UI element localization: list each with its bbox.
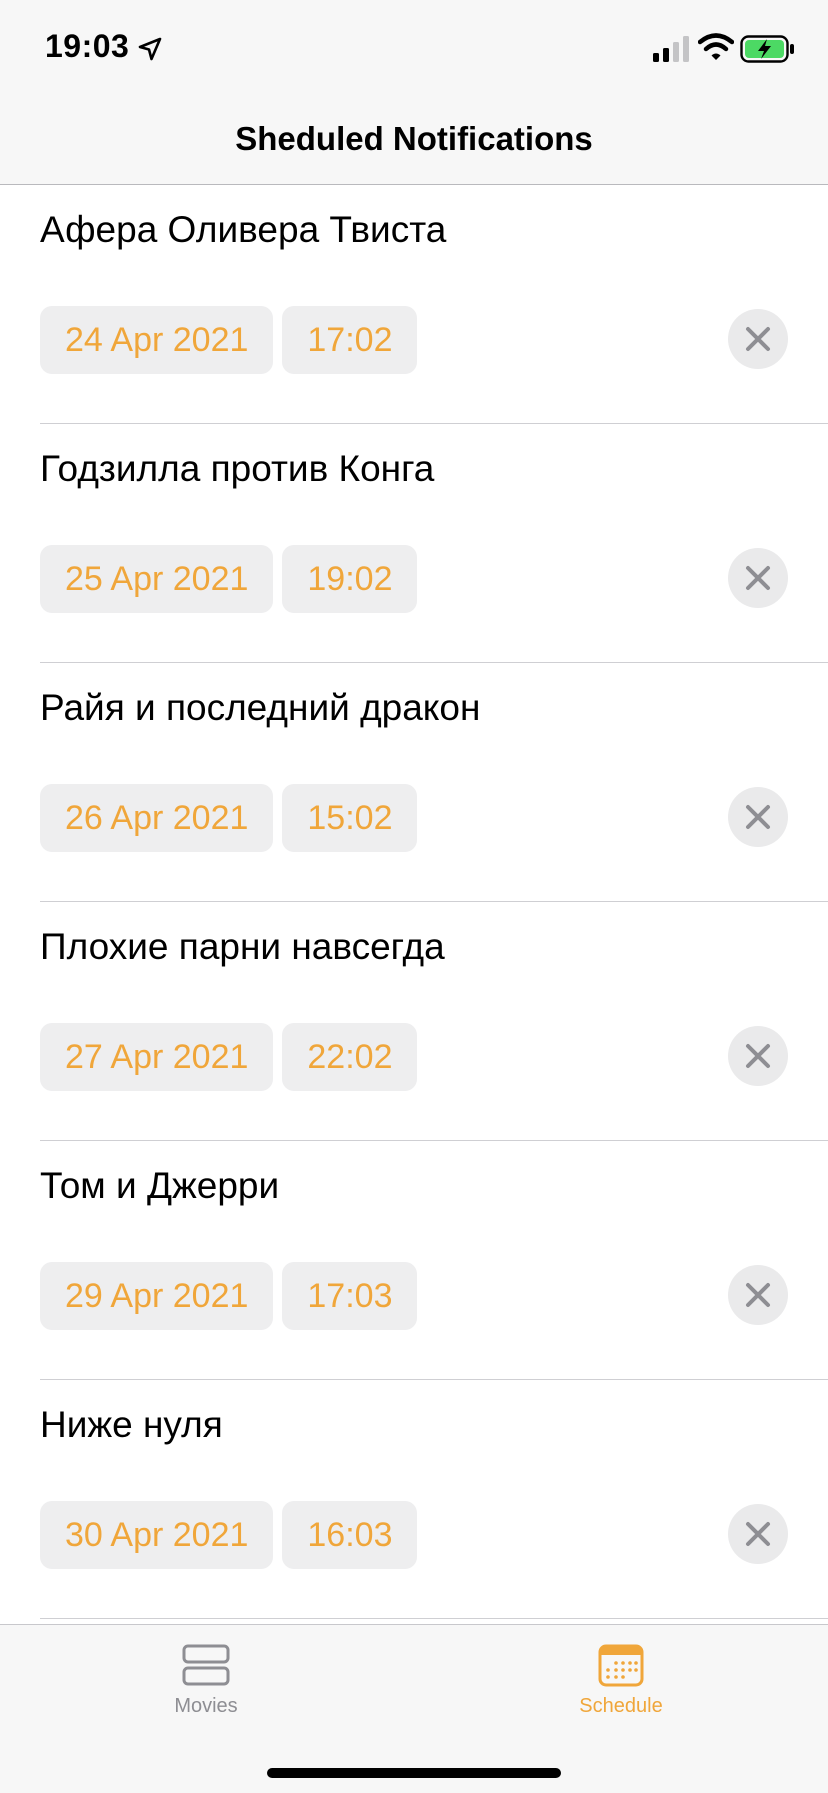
page-title: Sheduled Notifications <box>235 120 593 157</box>
delete-notification-button[interactable] <box>728 309 788 369</box>
cellular-signal-icon <box>653 36 689 62</box>
date-picker-chip[interactable]: 26 Apr 2021 <box>40 784 274 852</box>
home-indicator <box>267 1768 561 1778</box>
tab-movies[interactable]: Movies <box>106 1643 306 1718</box>
tab-bar: Movies Schedule <box>0 1624 828 1793</box>
movie-title: Том и Джерри <box>40 1165 280 1206</box>
list-item[interactable]: Годзилла против Конга 25 Apr 2021 19:02 <box>40 424 828 663</box>
tab-schedule[interactable]: Schedule <box>521 1643 721 1718</box>
list-item[interactable]: Райя и последний дракон 26 Apr 2021 15:0… <box>40 663 828 902</box>
list-item[interactable]: Афера Оливера Твиста 24 Apr 2021 17:02 <box>40 185 828 424</box>
time-picker-chip[interactable]: 17:03 <box>282 1262 418 1330</box>
close-icon <box>746 1044 770 1068</box>
movie-title: Ниже нуля <box>40 1404 223 1445</box>
battery-charging-icon <box>740 35 794 63</box>
delete-notification-button[interactable] <box>728 548 788 608</box>
time-picker-chip[interactable]: 17:02 <box>282 306 418 374</box>
movie-title: Плохие парни навсегда <box>40 926 445 967</box>
notification-list[interactable]: Афера Оливера Твиста 24 Apr 2021 17:02 Г… <box>0 185 828 1619</box>
close-icon <box>746 805 770 829</box>
tab-movies-label: Movies <box>174 1695 238 1717</box>
date-picker-chip[interactable]: 27 Apr 2021 <box>40 1023 274 1091</box>
time-picker-chip[interactable]: 16:03 <box>282 1501 418 1569</box>
time-picker-chip[interactable]: 15:02 <box>282 784 418 852</box>
date-picker-chip[interactable]: 24 Apr 2021 <box>40 306 274 374</box>
delete-notification-button[interactable] <box>728 1265 788 1325</box>
movie-title: Райя и последний дракон <box>40 687 481 728</box>
close-icon <box>746 566 770 590</box>
movie-title: Афера Оливера Твиста <box>40 209 447 250</box>
close-icon <box>746 1283 770 1307</box>
wifi-icon <box>698 33 734 60</box>
status-time: 19:03 <box>45 28 130 64</box>
tab-schedule-label: Schedule <box>579 1695 663 1717</box>
calendar-icon <box>598 1644 644 1687</box>
delete-notification-button[interactable] <box>728 1026 788 1086</box>
delete-notification-button[interactable] <box>728 1504 788 1564</box>
close-icon <box>746 327 770 351</box>
status-bar: 19:03 <box>0 0 828 100</box>
date-picker-chip[interactable]: 25 Apr 2021 <box>40 545 274 613</box>
rows-icon <box>182 1644 230 1686</box>
date-picker-chip[interactable]: 30 Apr 2021 <box>40 1501 274 1569</box>
list-item[interactable]: Плохие парни навсегда 27 Apr 2021 22:02 <box>40 902 828 1141</box>
movie-title: Годзилла против Конга <box>40 448 435 489</box>
time-picker-chip[interactable]: 19:02 <box>282 545 418 613</box>
close-icon <box>746 1522 770 1546</box>
location-arrow-icon <box>138 37 162 61</box>
list-item[interactable]: Том и Джерри 29 Apr 2021 17:03 <box>40 1141 828 1380</box>
list-item[interactable]: Ниже нуля 30 Apr 2021 16:03 <box>40 1380 828 1619</box>
time-picker-chip[interactable]: 22:02 <box>282 1023 418 1091</box>
date-picker-chip[interactable]: 29 Apr 2021 <box>40 1262 274 1330</box>
navigation-bar: Sheduled Notifications <box>0 100 828 185</box>
delete-notification-button[interactable] <box>728 787 788 847</box>
